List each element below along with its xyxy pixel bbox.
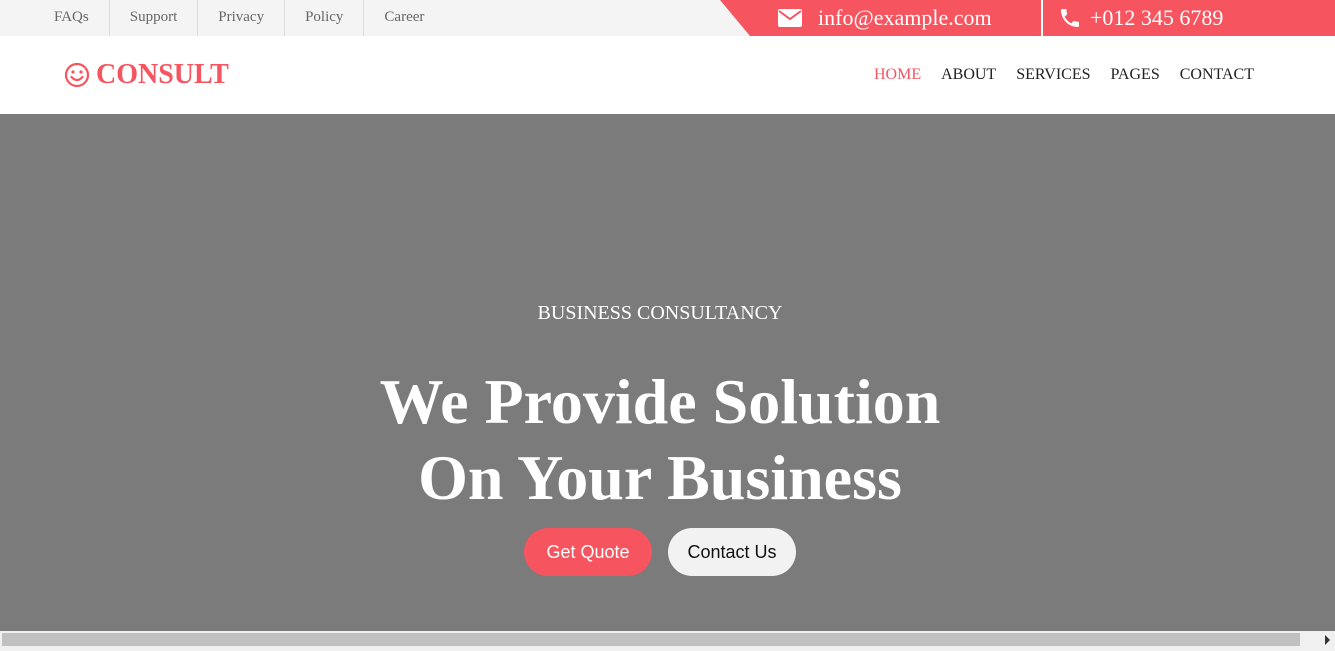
top-link-support[interactable]: Support <box>110 0 199 36</box>
contact-divider <box>1041 0 1043 36</box>
nav-item-contact[interactable]: CONTACT <box>1180 66 1254 84</box>
top-link-faqs[interactable]: FAQs <box>34 0 110 36</box>
contact-us-button[interactable]: Contact Us <box>668 528 796 576</box>
horizontal-scrollbar[interactable] <box>0 631 1335 651</box>
top-links: FAQs Support Privacy Policy Career <box>34 0 444 36</box>
scroll-right-arrow-icon[interactable] <box>1325 635 1330 645</box>
brand-logo[interactable]: CONSULT <box>64 36 229 114</box>
nav-menu: HOME ABOUT SERVICES PAGES CONTACT <box>854 36 1254 114</box>
nav-item-about[interactable]: ABOUT <box>941 66 996 84</box>
smiley-icon <box>64 62 90 88</box>
nav-item-pages[interactable]: PAGES <box>1111 66 1160 84</box>
top-link-policy[interactable]: Policy <box>285 0 365 36</box>
envelope-icon <box>778 9 802 27</box>
nav-item-services[interactable]: SERVICES <box>1016 66 1090 84</box>
hero-title-line-2: On Your Business <box>418 442 902 513</box>
nav-item-home[interactable]: HOME <box>874 66 921 84</box>
contact-email[interactable]: info@example.com <box>778 0 992 36</box>
contact-phone[interactable]: +012 345 6789 <box>1058 0 1223 36</box>
hero-subtitle: BUSINESS CONSULTANCY <box>537 302 783 324</box>
contact-email-text: info@example.com <box>818 5 992 30</box>
top-bar: FAQs Support Privacy Policy Career info@… <box>0 0 1335 36</box>
top-link-career[interactable]: Career <box>364 0 444 36</box>
hero-title: We Provide Solution On Your Business <box>0 364 1320 516</box>
hero-title-line-1: We Provide Solution <box>379 366 941 437</box>
contact-phone-text: +012 345 6789 <box>1090 5 1224 30</box>
get-quote-button[interactable]: Get Quote <box>524 528 652 576</box>
hero-section: BUSINESS CONSULTANCY We Provide Solution… <box>0 114 1335 631</box>
hero-buttons: Get Quote Contact Us <box>524 528 796 576</box>
main-navbar: CONSULT HOME ABOUT SERVICES PAGES CONTAC… <box>0 36 1335 114</box>
scrollbar-thumb[interactable] <box>2 633 1300 646</box>
phone-icon <box>1061 9 1079 27</box>
brand-name: CONSULT <box>96 59 229 90</box>
top-link-privacy[interactable]: Privacy <box>198 0 286 36</box>
